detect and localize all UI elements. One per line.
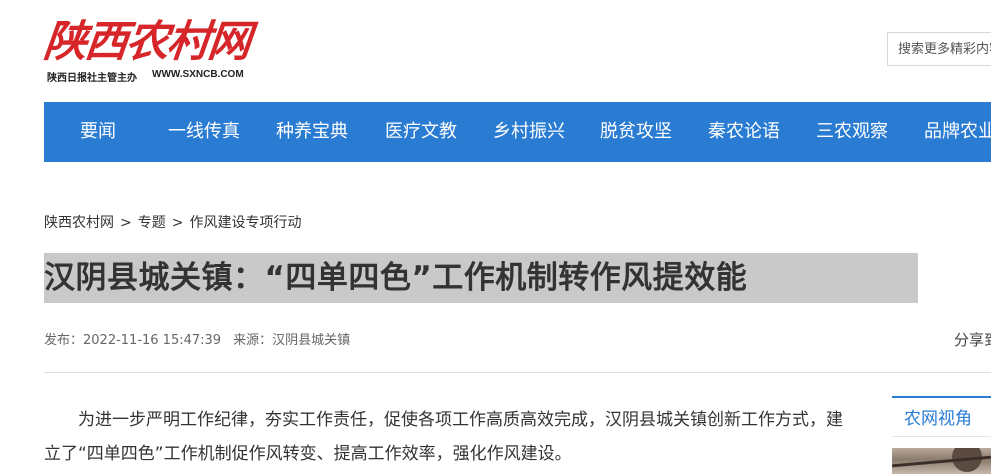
breadcrumb-separator: > xyxy=(120,215,132,231)
publish-time: 发布：2022-11-16 15:47:39 xyxy=(44,333,222,348)
nav-item-qinnong[interactable]: 秦农论语 xyxy=(708,102,780,162)
share-button[interactable]: 分享到 xyxy=(954,329,991,351)
sidebar-tab-nongwang[interactable]: 农网视角 xyxy=(892,396,991,432)
article-source: 来源：汉阴县城关镇 xyxy=(233,333,351,348)
nav-item-yaowen[interactable]: 要闻 xyxy=(80,102,116,162)
main-nav: 要闻 一线传真 种养宝典 医疗文教 乡村振兴 脱贫攻坚 秦农论语 三农观察 品牌… xyxy=(44,102,991,162)
logo-subtitle: 陕西日报社主管主办 xyxy=(47,73,137,84)
site-logo[interactable]: 陕西农村网 陕西日报社主管主办 WWW.SXNCB.COM xyxy=(41,16,254,86)
sidebar-divider xyxy=(892,436,991,437)
search-input[interactable] xyxy=(888,33,991,65)
article-title: 汉阴县城关镇：“四单四色”工作机制转作风提效能 xyxy=(44,260,748,296)
nav-item-sannong[interactable]: 三农观察 xyxy=(816,102,888,162)
sidebar-section-title: 农网视角 xyxy=(904,409,972,429)
headline-highlight: 汉阴县城关镇：“四单四色”工作机制转作风提效能 xyxy=(44,253,918,303)
nav-item-zhongyang[interactable]: 种养宝典 xyxy=(276,102,348,162)
nav-item-pinpai[interactable]: 品牌农业 xyxy=(924,102,991,162)
nav-item-yiliao[interactable]: 医疗文教 xyxy=(385,102,457,162)
breadcrumb-current[interactable]: 作风建设专项行动 xyxy=(189,215,301,231)
nav-item-xiangcun[interactable]: 乡村振兴 xyxy=(493,102,565,162)
breadcrumb: 陕西农村网 > 专题 > 作风建设专项行动 xyxy=(44,212,301,234)
breadcrumb-home[interactable]: 陕西农村网 xyxy=(44,215,114,231)
logo-url: WWW.SXNCB.COM xyxy=(152,69,244,80)
article-meta: 发布：2022-11-16 15:47:39 来源：汉阴县城关镇 xyxy=(44,331,362,351)
sidebar-thumbnail-image[interactable] xyxy=(892,448,991,474)
nav-item-yixian[interactable]: 一线传真 xyxy=(168,102,240,162)
search-box xyxy=(887,32,991,66)
meta-divider xyxy=(44,372,991,373)
logo-title: 陕西农村网 xyxy=(41,17,252,67)
breadcrumb-separator: > xyxy=(171,215,184,231)
article-paragraph: 为进一步严明工作纪律，夯实工作责任，促使各项工作高质高效完成，汉阴县城关镇创新工… xyxy=(44,410,843,464)
nav-item-tuopin[interactable]: 脱贫攻坚 xyxy=(600,102,672,162)
breadcrumb-topic[interactable]: 专题 xyxy=(138,215,166,231)
